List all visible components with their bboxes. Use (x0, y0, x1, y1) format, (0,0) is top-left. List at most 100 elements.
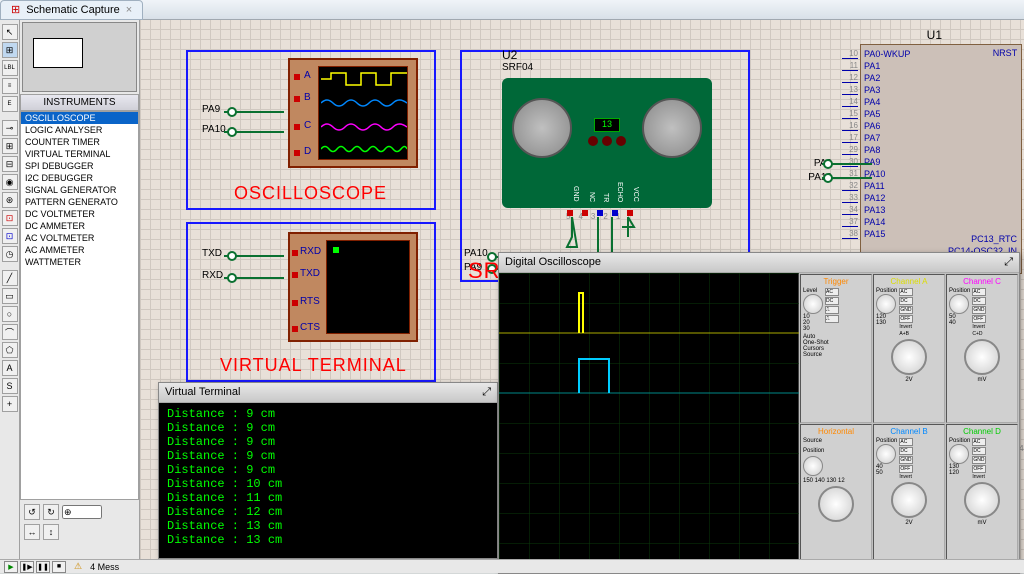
script-tool[interactable]: E (2, 96, 18, 112)
chc-dc-button[interactable]: DC (972, 297, 986, 305)
instruments-list[interactable]: OSCILLOSCOPELOGIC ANALYSERCOUNTER TIMERV… (20, 111, 139, 500)
vt-line: Distance : 9 cm (167, 421, 489, 435)
chb-dc-button[interactable]: DC (899, 447, 913, 455)
rect-tool[interactable]: ▭ (2, 288, 18, 304)
warning-icon: ⚠ (74, 561, 82, 572)
cha-gnd-button[interactable]: GND (899, 306, 913, 314)
tab-schematic-capture[interactable]: ⊞ Schematic Capture × (0, 0, 143, 20)
pin-vcc: VCC (632, 187, 639, 202)
instrument-item[interactable]: OSCILLOSCOPE (21, 112, 138, 124)
expand-icon[interactable]: ⤢ (482, 386, 491, 399)
terminal-title: VIRTUAL TERMINAL (220, 355, 407, 376)
text-tool[interactable]: A (2, 360, 18, 376)
v-probe-tool[interactable]: ⊡ (2, 210, 18, 226)
play-button[interactable]: ▶ (4, 561, 18, 573)
chc-ac-button[interactable]: AC (972, 288, 986, 296)
instrument-item[interactable]: AC AMMETER (21, 244, 138, 256)
chb-off-button[interactable]: OFF (899, 465, 913, 473)
rotate-ccw-icon[interactable]: ↺ (24, 504, 40, 520)
u1-pin-row: 33PA12 (842, 192, 885, 204)
chb-ac-button[interactable]: AC (899, 438, 913, 446)
vt-window-title: Virtual Terminal (165, 386, 240, 399)
instrument-item[interactable]: LOGIC ANALYSER (21, 124, 138, 136)
instrument-item[interactable]: VIRTUAL TERMINAL (21, 148, 138, 160)
select-tool[interactable]: ↖ (2, 24, 18, 40)
rotate-cw-icon[interactable]: ↻ (43, 504, 59, 520)
instrument-item[interactable]: I2C DEBUGGER (21, 172, 138, 184)
oscilloscope-component[interactable]: PA9 PA10 A B C D (186, 50, 436, 210)
chc-gnd-button[interactable]: GND (972, 306, 986, 314)
stop-button[interactable]: ■ (52, 561, 66, 573)
level-knob[interactable] (803, 294, 823, 314)
line-tool[interactable]: ╱ (2, 270, 18, 286)
trig-edge2-button[interactable]: ⎍ (825, 315, 839, 323)
poly-tool[interactable]: ⬠ (2, 342, 18, 358)
flip-h-icon[interactable]: ↔ (24, 524, 40, 540)
digital-oscilloscope-window[interactable]: Digital Oscilloscope ⤢ Trigger Level (498, 252, 1020, 574)
chd-ac-button[interactable]: AC (972, 438, 986, 446)
instrument-item[interactable]: AC VOLTMETER (21, 232, 138, 244)
instrument-item[interactable]: WATTMETER (21, 256, 138, 268)
graph-tool[interactable]: ⊞ (2, 138, 18, 154)
chd-scale-knob[interactable] (964, 482, 1000, 518)
arc-tool[interactable]: ⌒ (2, 324, 18, 340)
chd-off-button[interactable]: OFF (972, 465, 986, 473)
cha-pos-knob[interactable] (876, 294, 896, 314)
chd-pos-knob[interactable] (949, 444, 969, 464)
chd-dc-button[interactable]: DC (972, 447, 986, 455)
u1-pin-row: 16PA6 (842, 120, 880, 132)
instrument-item[interactable]: DC AMMETER (21, 220, 138, 232)
chc-pos-knob[interactable] (949, 294, 969, 314)
overview-thumbnail[interactable] (22, 22, 137, 92)
trig-edge-button[interactable]: ⎍ (825, 306, 839, 314)
srf04-component[interactable]: U2 SRF04 13 GND NC TR ECHO VCC 5 4 3 2 1 (460, 50, 750, 282)
expand-icon[interactable]: ⤢ (1004, 256, 1013, 269)
virtual-terminal-window[interactable]: Virtual Terminal ⤢ Distance : 9 cm Distan… (158, 382, 498, 559)
tape-tool[interactable]: ⊟ (2, 156, 18, 172)
tab-bar: ⊞ Schematic Capture × (0, 0, 1024, 20)
plus-tool[interactable]: + (2, 396, 18, 412)
chb-gnd-button[interactable]: GND (899, 456, 913, 464)
chc-scale-knob[interactable] (964, 339, 1000, 375)
pin-tool[interactable]: ⊸ (2, 120, 18, 136)
vt-line: Distance : 12 cm (167, 505, 489, 519)
chc-title: Channel C (949, 277, 1015, 286)
chb-pos-knob[interactable] (876, 444, 896, 464)
step-button[interactable]: ❚▶ (20, 561, 34, 573)
instrument-item[interactable]: SIGNAL GENERATOR (21, 184, 138, 196)
i-probe-tool[interactable]: ⊡ (2, 228, 18, 244)
chb-scale-knob[interactable] (891, 482, 927, 518)
cha-ac-button[interactable]: AC (899, 288, 913, 296)
pin-rxd: RXD (300, 246, 321, 257)
circle-tool[interactable]: ○ (2, 306, 18, 322)
symbol-tool[interactable]: S (2, 378, 18, 394)
status-messages[interactable]: 4 Mess (90, 562, 119, 572)
virtual-terminal-component[interactable]: TXD RXD RXD TXD RTS CTS VIRTUAL TERMINAL (186, 222, 436, 382)
oscilloscope-screen[interactable] (499, 273, 799, 573)
lbl-tool[interactable]: LBL (2, 60, 18, 76)
trig-dc-button[interactable]: DC (825, 297, 839, 305)
chd-gnd-button[interactable]: GND (972, 456, 986, 464)
instrument-item[interactable]: DC VOLTMETER (21, 208, 138, 220)
flip-v-icon[interactable]: ↕ (43, 524, 59, 540)
left-toolbar: ↖ ⊞ LBL ≡ E ⊸ ⊞ ⊟ ◉ ⊛ ⊡ ⊡ ◷ ╱ ▭ ○ ⌒ ⬠ A … (0, 20, 20, 560)
instrument-item[interactable]: SPI DEBUGGER (21, 160, 138, 172)
horiz-pos-knob[interactable] (803, 456, 823, 476)
close-icon[interactable]: × (126, 4, 132, 16)
meter-tool[interactable]: ◷ (2, 246, 18, 262)
trig-ac-button[interactable]: AC (825, 288, 839, 296)
instrument-item[interactable]: PATTERN GENERATO (21, 196, 138, 208)
cha-off-button[interactable]: OFF (899, 315, 913, 323)
instrument-item[interactable]: COUNTER TIMER (21, 136, 138, 148)
net-label-rxd: RXD (202, 270, 223, 281)
probe-tool[interactable]: ◉ (2, 174, 18, 190)
component-tool[interactable]: ⊞ (2, 42, 18, 58)
horiz-scale-knob[interactable] (818, 486, 854, 522)
cha-dc-button[interactable]: DC (899, 297, 913, 305)
cha-scale-knob[interactable] (891, 339, 927, 375)
generator-tool[interactable]: ⊛ (2, 192, 18, 208)
pause-button[interactable]: ❚❚ (36, 561, 50, 573)
chc-off-button[interactable]: OFF (972, 315, 986, 323)
rotation-field[interactable] (62, 505, 102, 519)
terminal-tool[interactable]: ≡ (2, 78, 18, 94)
